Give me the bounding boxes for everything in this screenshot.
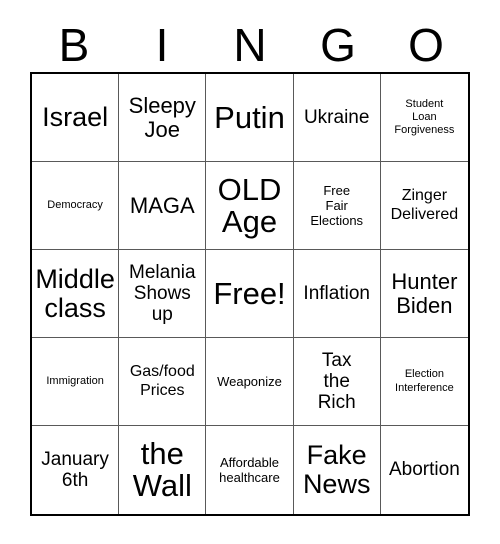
bingo-cell[interactable]: the Wall (119, 426, 207, 514)
bingo-cell-label: Gas/food Prices (129, 363, 195, 399)
bingo-cell[interactable]: January 6th (32, 426, 120, 514)
bingo-cell[interactable]: Free Fair Elections (293, 162, 381, 250)
bingo-cell-label: Election Interference (395, 368, 454, 394)
bingo-cell[interactable]: Zinger Delivered (380, 162, 468, 250)
bingo-cell-label: Hunter Biden (391, 268, 458, 318)
bingo-cell-label: Free! (213, 275, 286, 311)
bingo-cell-label: MAGA (129, 192, 195, 218)
bingo-cell-label: January 6th (41, 448, 109, 491)
bingo-cell[interactable]: Weaponize (206, 338, 294, 426)
bingo-header-letter-g: G (320, 19, 356, 71)
bingo-cell[interactable]: Student Loan Forgiveness (380, 74, 468, 162)
bingo-header-letter-o: O (408, 19, 444, 71)
bingo-cell[interactable]: Gas/food Prices (119, 338, 207, 426)
bingo-cell-label: Student Loan Forgiveness (394, 97, 455, 137)
bingo-cell-label: Ukraine (303, 106, 370, 128)
bingo-cell-label: Middle class (35, 263, 115, 323)
bingo-cell-label: Democracy (47, 198, 103, 211)
bingo-header-letter-b: B (58, 19, 90, 71)
bingo-cell[interactable]: Affordable healthcare (206, 426, 294, 514)
bingo-cell[interactable]: Democracy (32, 162, 120, 250)
bingo-grid: Israel Sleepy Joe Putin Ukraine Student Loan… (30, 72, 470, 516)
bingo-header-letter-i: I (155, 19, 169, 71)
bingo-cell[interactable]: Immigration (32, 338, 120, 426)
bingo-cell[interactable]: Putin (206, 74, 294, 162)
bingo-cell[interactable]: Melania Shows up (119, 250, 207, 338)
bingo-cell[interactable]: Inflation (293, 250, 381, 338)
bingo-cell-label: Weaponize (217, 373, 282, 389)
bingo-cell-label: Putin (214, 99, 285, 135)
bingo-cell-label: OLD Age (217, 171, 282, 239)
bingo-cell[interactable]: Middle class (32, 250, 120, 338)
bingo-cell-label: Zinger Delivered (390, 187, 459, 223)
bingo-cell[interactable]: OLD Age (206, 162, 294, 250)
bingo-cell-label: Immigration (46, 374, 104, 387)
bingo-cell[interactable]: Sleepy Joe (119, 74, 207, 162)
bingo-cell-label: Free Fair Elections (310, 182, 364, 229)
bingo-cell-label: Sleepy Joe (128, 92, 196, 142)
bingo-cell-label: Israel (42, 102, 109, 133)
bingo-cell[interactable]: MAGA (119, 162, 207, 250)
bingo-cell-label: Tax the Rich (317, 349, 356, 414)
bingo-cell[interactable]: Election Interference (380, 338, 468, 426)
bingo-card: B I N G O Israel Sleepy Joe Putin Ukraine St… (0, 0, 500, 544)
bingo-cell-label: Fake News (302, 440, 371, 499)
bingo-cell[interactable]: Fake News (293, 426, 381, 514)
bingo-cell[interactable]: Ukraine (293, 74, 381, 162)
bingo-cell-label: Abortion (389, 459, 460, 481)
bingo-cell[interactable]: Hunter Biden (380, 250, 468, 338)
bingo-cell-label: the Wall (132, 436, 192, 503)
bingo-cell-label: Melania Shows up (129, 261, 196, 326)
bingo-cell[interactable]: Free! (206, 250, 294, 338)
bingo-cell[interactable]: Abortion (380, 426, 468, 514)
bingo-cell[interactable]: Tax the Rich (293, 338, 381, 426)
bingo-header-row: B I N G O (30, 18, 470, 72)
bingo-cell-label: Affordable healthcare (219, 454, 280, 485)
bingo-cell[interactable]: Israel (32, 74, 120, 162)
bingo-header-letter-n: N (233, 19, 267, 71)
bingo-cell-label: Inflation (303, 282, 370, 304)
